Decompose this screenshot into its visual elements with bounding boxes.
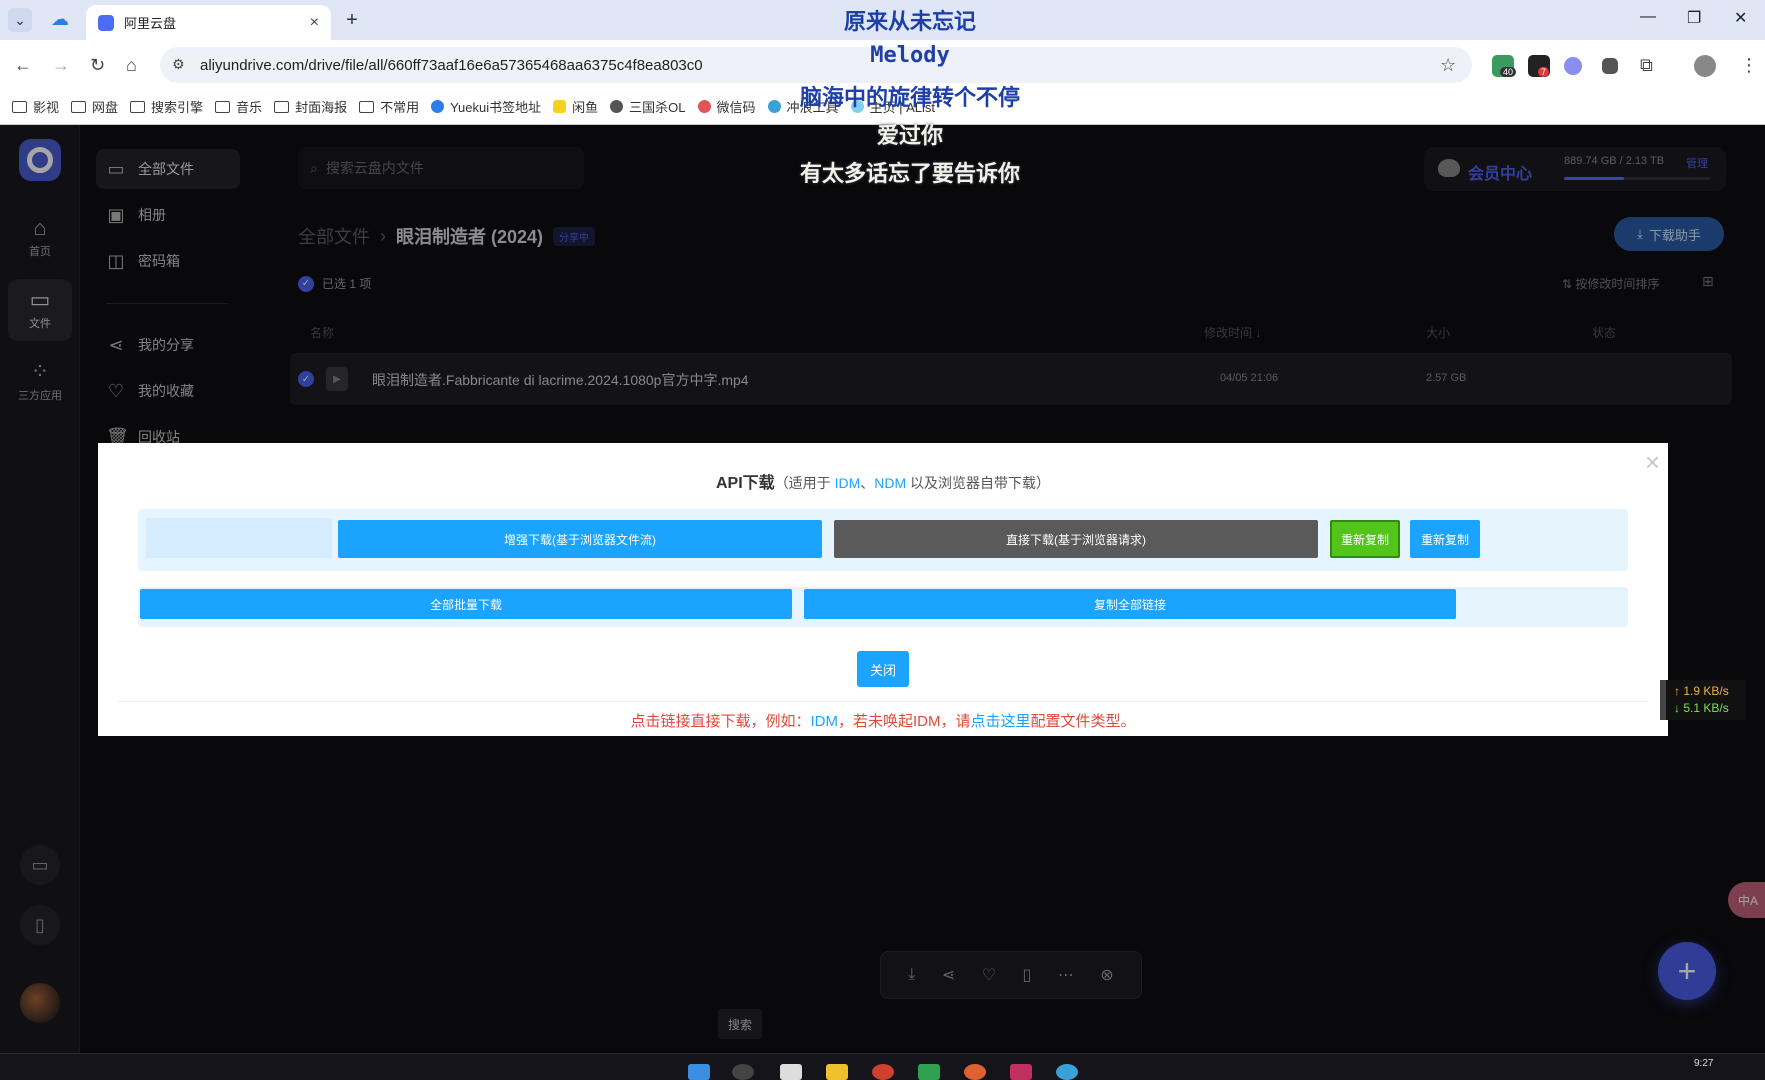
bookmark-folder[interactable]: 封面海报 [274, 97, 347, 116]
bookmark-folder[interactable]: 影视 [12, 97, 59, 116]
lyric-line-5: 有太多话忘了要告诉你 [799, 161, 1020, 187]
lyric-line-3: 脑海中的旋律转个不停 [799, 85, 1020, 111]
download-all-button[interactable]: 全部批量下载 [140, 589, 792, 619]
bookmark-label: 封面海报 [295, 100, 348, 115]
configure-link[interactable]: 点击这里 [970, 713, 1030, 730]
bookmark-link[interactable]: 微信码 [697, 97, 756, 116]
bookmark-star-icon[interactable]: ☆ [1440, 55, 1456, 76]
bookmark-link[interactable]: 闲鱼 [553, 97, 598, 116]
file-explorer-icon[interactable] [826, 1064, 848, 1080]
windows-start-icon[interactable] [688, 1064, 710, 1080]
back-icon[interactable]: ← [14, 55, 32, 76]
note-idm: IDM [810, 713, 838, 730]
dialog-title-main: API下载 [715, 475, 775, 492]
window-close-icon[interactable]: ✕ [1734, 8, 1747, 28]
url-text: aliyundrive.com/drive/file/all/660ff73aa… [200, 56, 703, 74]
browser-menu-icon[interactable]: ⋮ [1740, 55, 1758, 76]
lyric-line-2: Melody [870, 43, 950, 68]
dialog-subtitle: 、 [860, 475, 875, 491]
note-text: ，若未唤起IDM，请 [837, 713, 971, 730]
folder-icon [359, 100, 375, 113]
direct-download-button[interactable]: 直接下载(基于浏览器请求) [834, 520, 1318, 558]
dialog-title: API下载（适用于 IDM、NDM 以及浏览器自带下载） [98, 469, 1668, 493]
bookmark-folder[interactable]: 网盘 [71, 97, 118, 116]
bookmark-link[interactable]: 三国杀OL [610, 97, 686, 116]
tab-title: 阿里云盘 [124, 16, 177, 31]
bookmark-label: 影视 [33, 100, 60, 115]
extension-badge-count: 7 [1538, 67, 1550, 77]
task-view-icon[interactable] [780, 1064, 802, 1080]
minimize-icon[interactable]: — [1640, 8, 1656, 26]
bookmark-folder[interactable]: 音乐 [215, 97, 262, 116]
link-icon [697, 100, 711, 113]
folder-icon [215, 100, 231, 113]
api-download-dialog: × API下载（适用于 IDM、NDM 以及浏览器自带下载） 增强下载(基于浏览… [98, 443, 1668, 736]
extension-badge-count: 40 [1500, 67, 1517, 77]
app-icon[interactable] [1010, 1064, 1032, 1080]
bookmark-label: Yuekui书签地址 [450, 100, 542, 115]
chrome-icon[interactable] [872, 1064, 894, 1080]
lyric-line-4: 爱过你 [876, 123, 943, 149]
reload-icon[interactable]: ↻ [90, 55, 105, 76]
bookmark-folder[interactable]: 不常用 [359, 97, 419, 116]
bookmark-label: 微信码 [716, 100, 756, 115]
bookmark-folder[interactable]: 搜索引擎 [130, 97, 203, 116]
dialog-subtitle: 以及浏览器自带下载） [906, 475, 1051, 491]
bookmark-label: 不常用 [380, 100, 420, 115]
system-clock: 9:27 [1694, 1058, 1714, 1069]
dialog-note: 点击链接直接下载，例如：IDM，若未唤起IDM，请点击这里配置文件类型。 [98, 710, 1668, 731]
copy-all-links-button[interactable]: 复制全部链接 [804, 589, 1456, 619]
enhanced-download-button[interactable]: 增强下载(基于浏览器文件流) [338, 520, 822, 558]
network-speed-widget: ↑ 1.9 KB/s ↓ 5.1 KB/s [1660, 680, 1746, 720]
globe-icon [610, 100, 624, 113]
bookmark-label: 音乐 [236, 100, 263, 115]
tab-search-button[interactable]: ⌄ [8, 8, 32, 32]
profile-avatar-icon[interactable] [1694, 55, 1716, 77]
extensions-puzzle-icon[interactable]: ⧉ [1640, 55, 1653, 76]
bookmark-label: 三国杀OL [629, 100, 686, 115]
download-speed: ↓ 5.1 KB/s [1674, 701, 1729, 715]
app-icon[interactable] [1056, 1064, 1078, 1080]
home-icon[interactable]: ⌂ [126, 55, 137, 76]
download-link-row: 增强下载(基于浏览器文件流) 直接下载(基于浏览器请求) 重新复制 重新复制 [138, 509, 1628, 571]
cloud-tab-icon[interactable]: ☁ [50, 9, 70, 29]
bookmark-label: 闲鱼 [572, 100, 599, 115]
tab-close-icon[interactable]: × [310, 14, 319, 32]
app-icon[interactable] [918, 1064, 940, 1080]
folder-icon [71, 100, 87, 113]
download-link-field[interactable] [146, 518, 332, 558]
extension-cube-icon[interactable] [1602, 58, 1618, 74]
folder-icon [12, 100, 27, 113]
ndm-label: NDM [874, 475, 907, 491]
tab-aliyundrive[interactable]: 阿里云盘 × [86, 5, 331, 40]
upload-speed: ↑ 1.9 KB/s [1674, 684, 1729, 698]
dialog-subtitle: （适用于 [774, 475, 835, 491]
cloud-icon [431, 100, 445, 113]
forward-icon[interactable]: → [52, 55, 70, 76]
bookmark-label: 搜索引擎 [151, 100, 204, 115]
bookmark-label: 网盘 [92, 100, 119, 115]
lyric-line-1: 原来从未忘记 [843, 9, 976, 35]
batch-actions-row: 全部批量下载 复制全部链接 [138, 587, 1628, 627]
app-icon[interactable] [964, 1064, 986, 1080]
restore-icon[interactable]: ❐ [1687, 8, 1701, 28]
dialog-divider [118, 701, 1648, 702]
new-tab-button[interactable]: + [340, 8, 364, 32]
bookmark-link[interactable]: Yuekui书签地址 [431, 97, 541, 116]
idm-label: IDM [834, 475, 861, 491]
xianyu-icon [553, 100, 567, 113]
site-info-icon[interactable]: ⚙ [172, 56, 185, 73]
folder-icon [274, 100, 290, 113]
aliyundrive-favicon [98, 14, 114, 31]
note-text: 配置文件类型。 [1030, 713, 1136, 730]
recopy-green-button[interactable]: 重新复制 [1330, 520, 1400, 558]
recopy-blue-button[interactable]: 重新复制 [1410, 520, 1480, 558]
dialog-close-button[interactable]: 关闭 [857, 651, 909, 687]
extension-purple-icon[interactable] [1564, 57, 1582, 75]
note-text: 点击链接直接下载，例如： [630, 713, 811, 730]
taskbar-search-icon[interactable] [732, 1064, 754, 1080]
folder-icon [130, 100, 146, 113]
